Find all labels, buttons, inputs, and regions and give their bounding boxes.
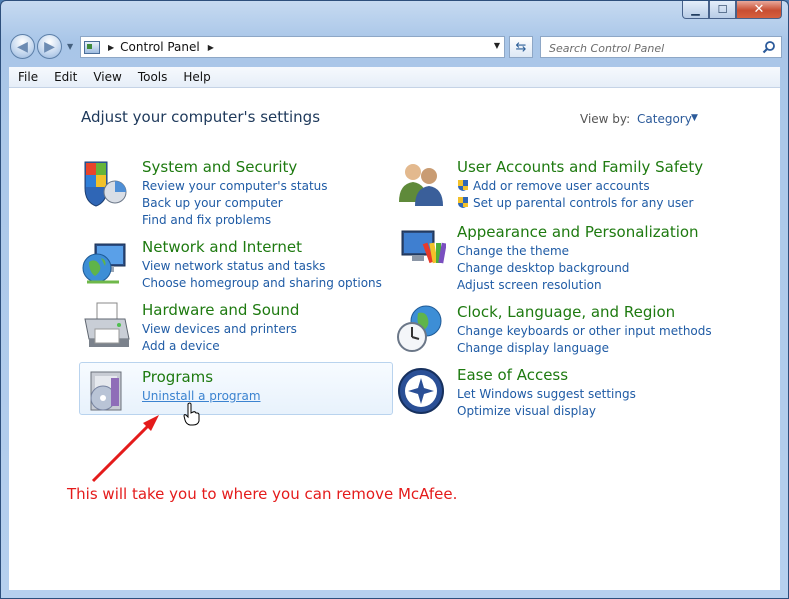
link-change-theme[interactable]: Change the theme (457, 243, 629, 260)
content-pane: Adjust your computer's settings View by:… (9, 88, 780, 590)
refresh-button[interactable]: ⇆ (509, 36, 533, 58)
link-devices-printers[interactable]: View devices and printers (142, 321, 297, 338)
link-back-up[interactable]: Back up your computer (142, 195, 328, 212)
system-security-icon[interactable] (81, 158, 131, 208)
link-optimize-visual[interactable]: Optimize visual display (457, 403, 636, 420)
menu-bar: File Edit View Tools Help (9, 67, 780, 88)
menu-edit[interactable]: Edit (45, 70, 84, 84)
navigation-bar: ◀ ▶ ▼ ▶ Control Panel ▶ ▼ ⇆ (1, 31, 788, 63)
menu-help[interactable]: Help (174, 70, 217, 84)
address-dropdown-icon[interactable]: ▼ (494, 41, 500, 50)
link-add-device[interactable]: Add a device (142, 338, 297, 355)
view-by-dropdown[interactable]: Category (637, 112, 692, 126)
users-icon[interactable] (396, 158, 446, 208)
category-title[interactable]: System and Security (142, 158, 297, 176)
monitor-palette-icon[interactable] (396, 223, 446, 273)
recent-pages-dropdown[interactable]: ▼ (67, 42, 73, 51)
red-arrow-annotation (91, 415, 159, 483)
forward-button[interactable]: ▶ (37, 34, 62, 59)
link-uninstall-program[interactable]: Uninstall a program (142, 388, 261, 405)
clock-globe-icon[interactable] (396, 303, 446, 353)
link-display-language[interactable]: Change display language (457, 340, 712, 357)
link-desktop-background[interactable]: Change desktop background (457, 260, 629, 277)
link-screen-resolution[interactable]: Adjust screen resolution (457, 277, 629, 294)
category-title[interactable]: User Accounts and Family Safety (457, 158, 703, 176)
ease-of-access-icon[interactable] (396, 366, 446, 416)
breadcrumb-arrow-icon[interactable]: ▶ (108, 43, 114, 52)
hand-cursor-icon (183, 402, 200, 426)
back-button[interactable]: ◀ (10, 34, 35, 59)
search-icon[interactable] (762, 40, 776, 54)
link-review-status[interactable]: Review your computer's status (142, 178, 328, 195)
category-title[interactable]: Network and Internet (142, 238, 302, 256)
search-input[interactable] (547, 38, 751, 59)
menu-file[interactable]: File (9, 70, 45, 84)
maximize-button[interactable]: ☐ (709, 1, 736, 19)
printer-icon[interactable] (81, 301, 131, 351)
address-bar[interactable]: ▶ Control Panel ▶ ▼ (80, 36, 505, 58)
link-suggest-settings[interactable]: Let Windows suggest settings (457, 386, 636, 403)
link-network-status[interactable]: View network status and tasks (142, 258, 382, 275)
caption-buttons: ▁ ☐ ✕ (682, 1, 782, 21)
network-globe-icon[interactable] (81, 238, 131, 288)
control-panel-icon (84, 40, 100, 54)
category-title[interactable]: Programs (142, 368, 213, 386)
programs-icon[interactable] (81, 368, 131, 418)
menu-view[interactable]: View (84, 70, 128, 84)
uac-shield-icon (458, 180, 468, 191)
category-title[interactable]: Appearance and Personalization (457, 223, 699, 241)
uac-shield-icon (458, 197, 468, 208)
minimize-button[interactable]: ▁ (682, 1, 709, 19)
category-title[interactable]: Hardware and Sound (142, 301, 299, 319)
chevron-down-icon[interactable]: ▼ (691, 113, 698, 123)
search-box[interactable] (540, 36, 782, 59)
link-add-remove-accounts[interactable]: Add or remove user accounts (457, 178, 693, 195)
category-title[interactable]: Clock, Language, and Region (457, 303, 675, 321)
link-find-fix[interactable]: Find and fix problems (142, 212, 328, 229)
page-title: Adjust your computer's settings (81, 108, 321, 126)
close-button[interactable]: ✕ (736, 1, 782, 19)
forward-arrow-icon: ▶ (44, 38, 55, 55)
category-title[interactable]: Ease of Access (457, 366, 568, 384)
link-keyboards[interactable]: Change keyboards or other input methods (457, 323, 712, 340)
breadcrumb-arrow-icon[interactable]: ▶ (208, 43, 214, 52)
annotation-text: This will take you to where you can remo… (67, 485, 458, 503)
breadcrumb-control-panel[interactable]: Control Panel (120, 40, 200, 54)
link-homegroup[interactable]: Choose homegroup and sharing options (142, 275, 382, 292)
menu-tools[interactable]: Tools (129, 70, 175, 84)
nav-buttons: ◀ ▶ ▼ (10, 34, 80, 60)
link-label: Add or remove user accounts (473, 179, 650, 193)
link-parental-controls[interactable]: Set up parental controls for any user (457, 195, 693, 212)
view-by-label: View by: (580, 112, 631, 126)
control-panel-window: ▁ ☐ ✕ ◀ ▶ ▼ ▶ Control Panel ▶ ▼ ⇆ File E… (0, 0, 789, 599)
link-label: Set up parental controls for any user (473, 196, 694, 210)
refresh-icon: ⇆ (515, 39, 527, 55)
back-arrow-icon: ◀ (17, 38, 28, 55)
